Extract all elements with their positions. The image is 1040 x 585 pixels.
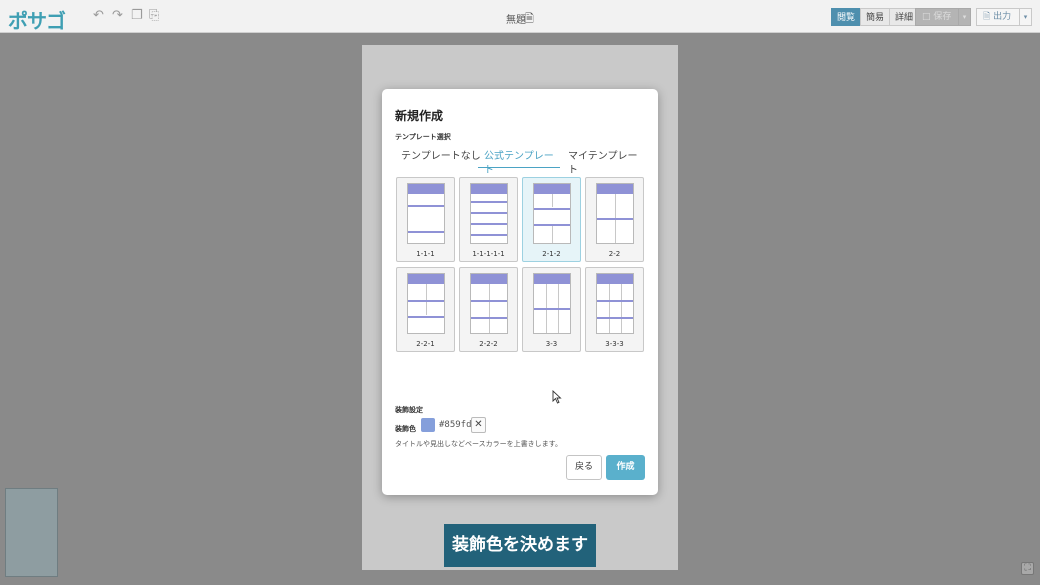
export-dropdown-icon[interactable]: ▾ [1019, 9, 1031, 25]
tab-no-template[interactable]: テンプレートなし [401, 150, 481, 168]
export-icon: 🗎 [983, 12, 994, 22]
template-label: 1-1-1 [416, 250, 435, 258]
template-card-1-1-1[interactable]: 1-1-1 [396, 177, 455, 262]
decoration-color-label: 装飾色 [395, 425, 416, 433]
save-label: 保存 [933, 12, 952, 22]
top-toolbar: ポサゴ ↶ ↷ ❐ ⎘ 無題 🗎 閲覧 簡易 詳細 □ 保存 ▾ 🗎 出力 ▾ [0, 0, 1040, 33]
template-preview [407, 183, 445, 244]
dialog-title: 新規作成 [395, 109, 444, 123]
new-document-dialog: 新規作成 テンプレート選択 テンプレートなし 公式テンプレート マイテンプレート… [382, 89, 658, 495]
template-card-2-2[interactable]: 2-2 [585, 177, 644, 262]
undo-icon[interactable]: ↶ [93, 9, 104, 23]
page-thumbnail[interactable] [5, 488, 58, 577]
template-preview [470, 273, 508, 334]
save-button[interactable]: □ 保存 ▾ [915, 8, 971, 26]
save-dropdown-icon[interactable]: ▾ [958, 9, 970, 25]
close-icon: ✕ [474, 419, 483, 430]
document-icon[interactable]: 🗎 [525, 10, 534, 29]
tutorial-caption: 装飾色を決めます [444, 524, 596, 567]
template-label: 2-2 [608, 250, 621, 258]
fullscreen-icon[interactable]: ⛶ [1021, 562, 1034, 575]
template-preview [596, 273, 634, 334]
mode-view-button[interactable]: 閲覧 [831, 8, 862, 26]
template-card-1-1-1-1-1[interactable]: 1-1-1-1-1 [459, 177, 518, 262]
tab-my-template[interactable]: マイテンプレート [568, 150, 645, 176]
save-icon: □ [922, 12, 934, 22]
document-title[interactable]: 無題 [506, 11, 526, 26]
mode-simple-button[interactable]: 簡易 [860, 8, 891, 26]
redo-icon[interactable]: ↷ [112, 9, 123, 23]
app-logo[interactable]: ポサゴ [8, 5, 66, 34]
template-card-2-1-2[interactable]: 2-1-2 [522, 177, 581, 262]
template-grid: 1-1-1 1-1-1-1-1 2-1-2 2-2 2-2-1 2-2-2 3-… [396, 177, 645, 353]
mouse-cursor-icon [552, 389, 562, 404]
template-preview [470, 183, 508, 244]
copy-icon[interactable]: ❐ [131, 9, 143, 23]
view-mode-switch: 閲覧 簡易 詳細 [831, 8, 920, 26]
decoration-color-swatch[interactable] [421, 418, 435, 432]
clear-color-button[interactable]: ✕ [471, 417, 486, 433]
template-label: 1-1-1-1-1 [472, 250, 505, 258]
template-label: 2-1-2 [542, 250, 561, 258]
export-label: 出力 [993, 12, 1012, 22]
create-button[interactable]: 作成 [606, 455, 645, 480]
template-tabs: テンプレートなし 公式テンプレート マイテンプレート [395, 150, 645, 176]
decoration-hint: タイトルや見出しなどベースカラーを上書きします。 [395, 440, 562, 448]
template-label: 2-2-2 [479, 340, 498, 348]
template-preview [533, 273, 571, 334]
tab-official-template[interactable]: 公式テンプレート [478, 150, 560, 176]
template-card-3-3-3[interactable]: 3-3-3 [585, 267, 644, 352]
template-label: 2-2-1 [416, 340, 435, 348]
template-card-2-2-1[interactable]: 2-2-1 [396, 267, 455, 352]
template-preview [596, 183, 634, 244]
template-label: 3-3 [545, 340, 558, 348]
template-preview [533, 183, 571, 244]
paste-icon[interactable]: ⎘ [149, 9, 159, 23]
template-label: 3-3-3 [605, 340, 624, 348]
template-card-2-2-2[interactable]: 2-2-2 [459, 267, 518, 352]
export-button[interactable]: 🗎 出力 ▾ [976, 8, 1032, 26]
template-preview [407, 273, 445, 334]
template-section-label: テンプレート選択 [395, 133, 451, 141]
decoration-section-label: 装飾設定 [395, 406, 423, 414]
back-button[interactable]: 戻る [566, 455, 602, 480]
template-card-3-3[interactable]: 3-3 [522, 267, 581, 352]
